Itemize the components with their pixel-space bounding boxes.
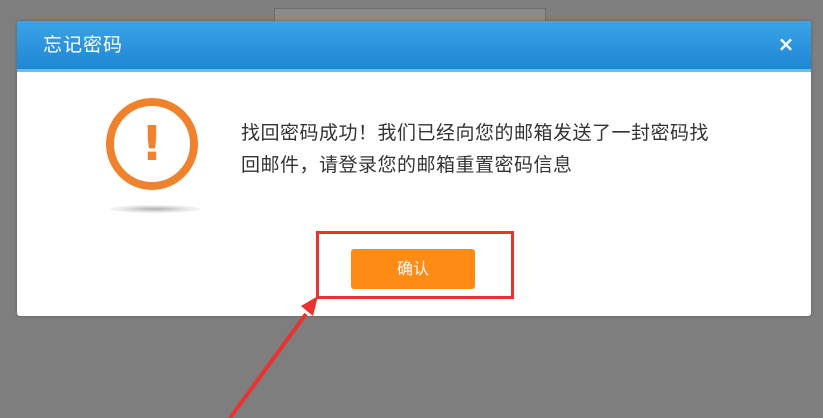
page: 忘记密码 × ! 找回密码成功！我们已经向您的邮箱发送了一封密码找回邮件，请登录… [0, 0, 823, 418]
annotation-arrow [228, 296, 318, 418]
